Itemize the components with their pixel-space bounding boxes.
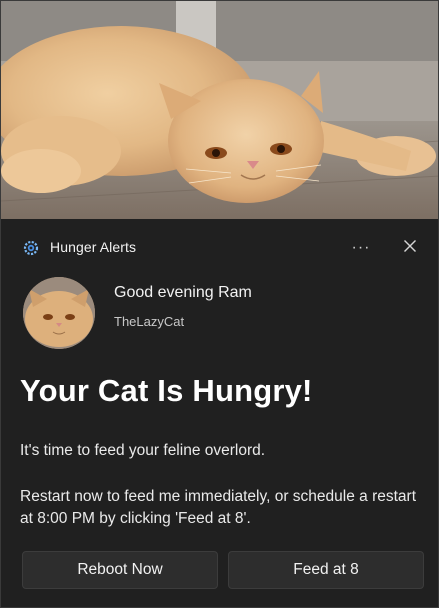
hero-image <box>1 1 438 219</box>
reboot-now-label: Reboot Now <box>77 561 163 578</box>
sender-name: TheLazyCat <box>114 314 185 329</box>
more-options-button[interactable]: ··· <box>345 235 377 261</box>
app-name: Hunger Alerts <box>50 239 137 255</box>
feed-at-8-label: Feed at 8 <box>293 561 359 578</box>
toast-header: Hunger Alerts ··· <box>1 219 438 275</box>
close-icon <box>403 239 417 258</box>
notification-toast: Hunger Alerts ··· Good evening Ram TheLa… <box>0 0 439 608</box>
gear-icon <box>23 240 39 256</box>
cat-photo <box>1 1 438 219</box>
feed-at-8-button[interactable]: Feed at 8 <box>228 551 424 589</box>
notification-body-line2: Restart now to feed me immediately, or s… <box>20 488 416 527</box>
notification-body-line1: It's time to feed your feline overlord. <box>20 442 266 459</box>
more-icon: ··· <box>351 239 371 256</box>
avatar <box>23 277 95 349</box>
close-button[interactable] <box>395 233 425 263</box>
notification-title: Your Cat Is Hungry! <box>20 373 313 408</box>
reboot-now-button[interactable]: Reboot Now <box>22 551 218 589</box>
greeting-text: Good evening Ram <box>114 284 252 301</box>
